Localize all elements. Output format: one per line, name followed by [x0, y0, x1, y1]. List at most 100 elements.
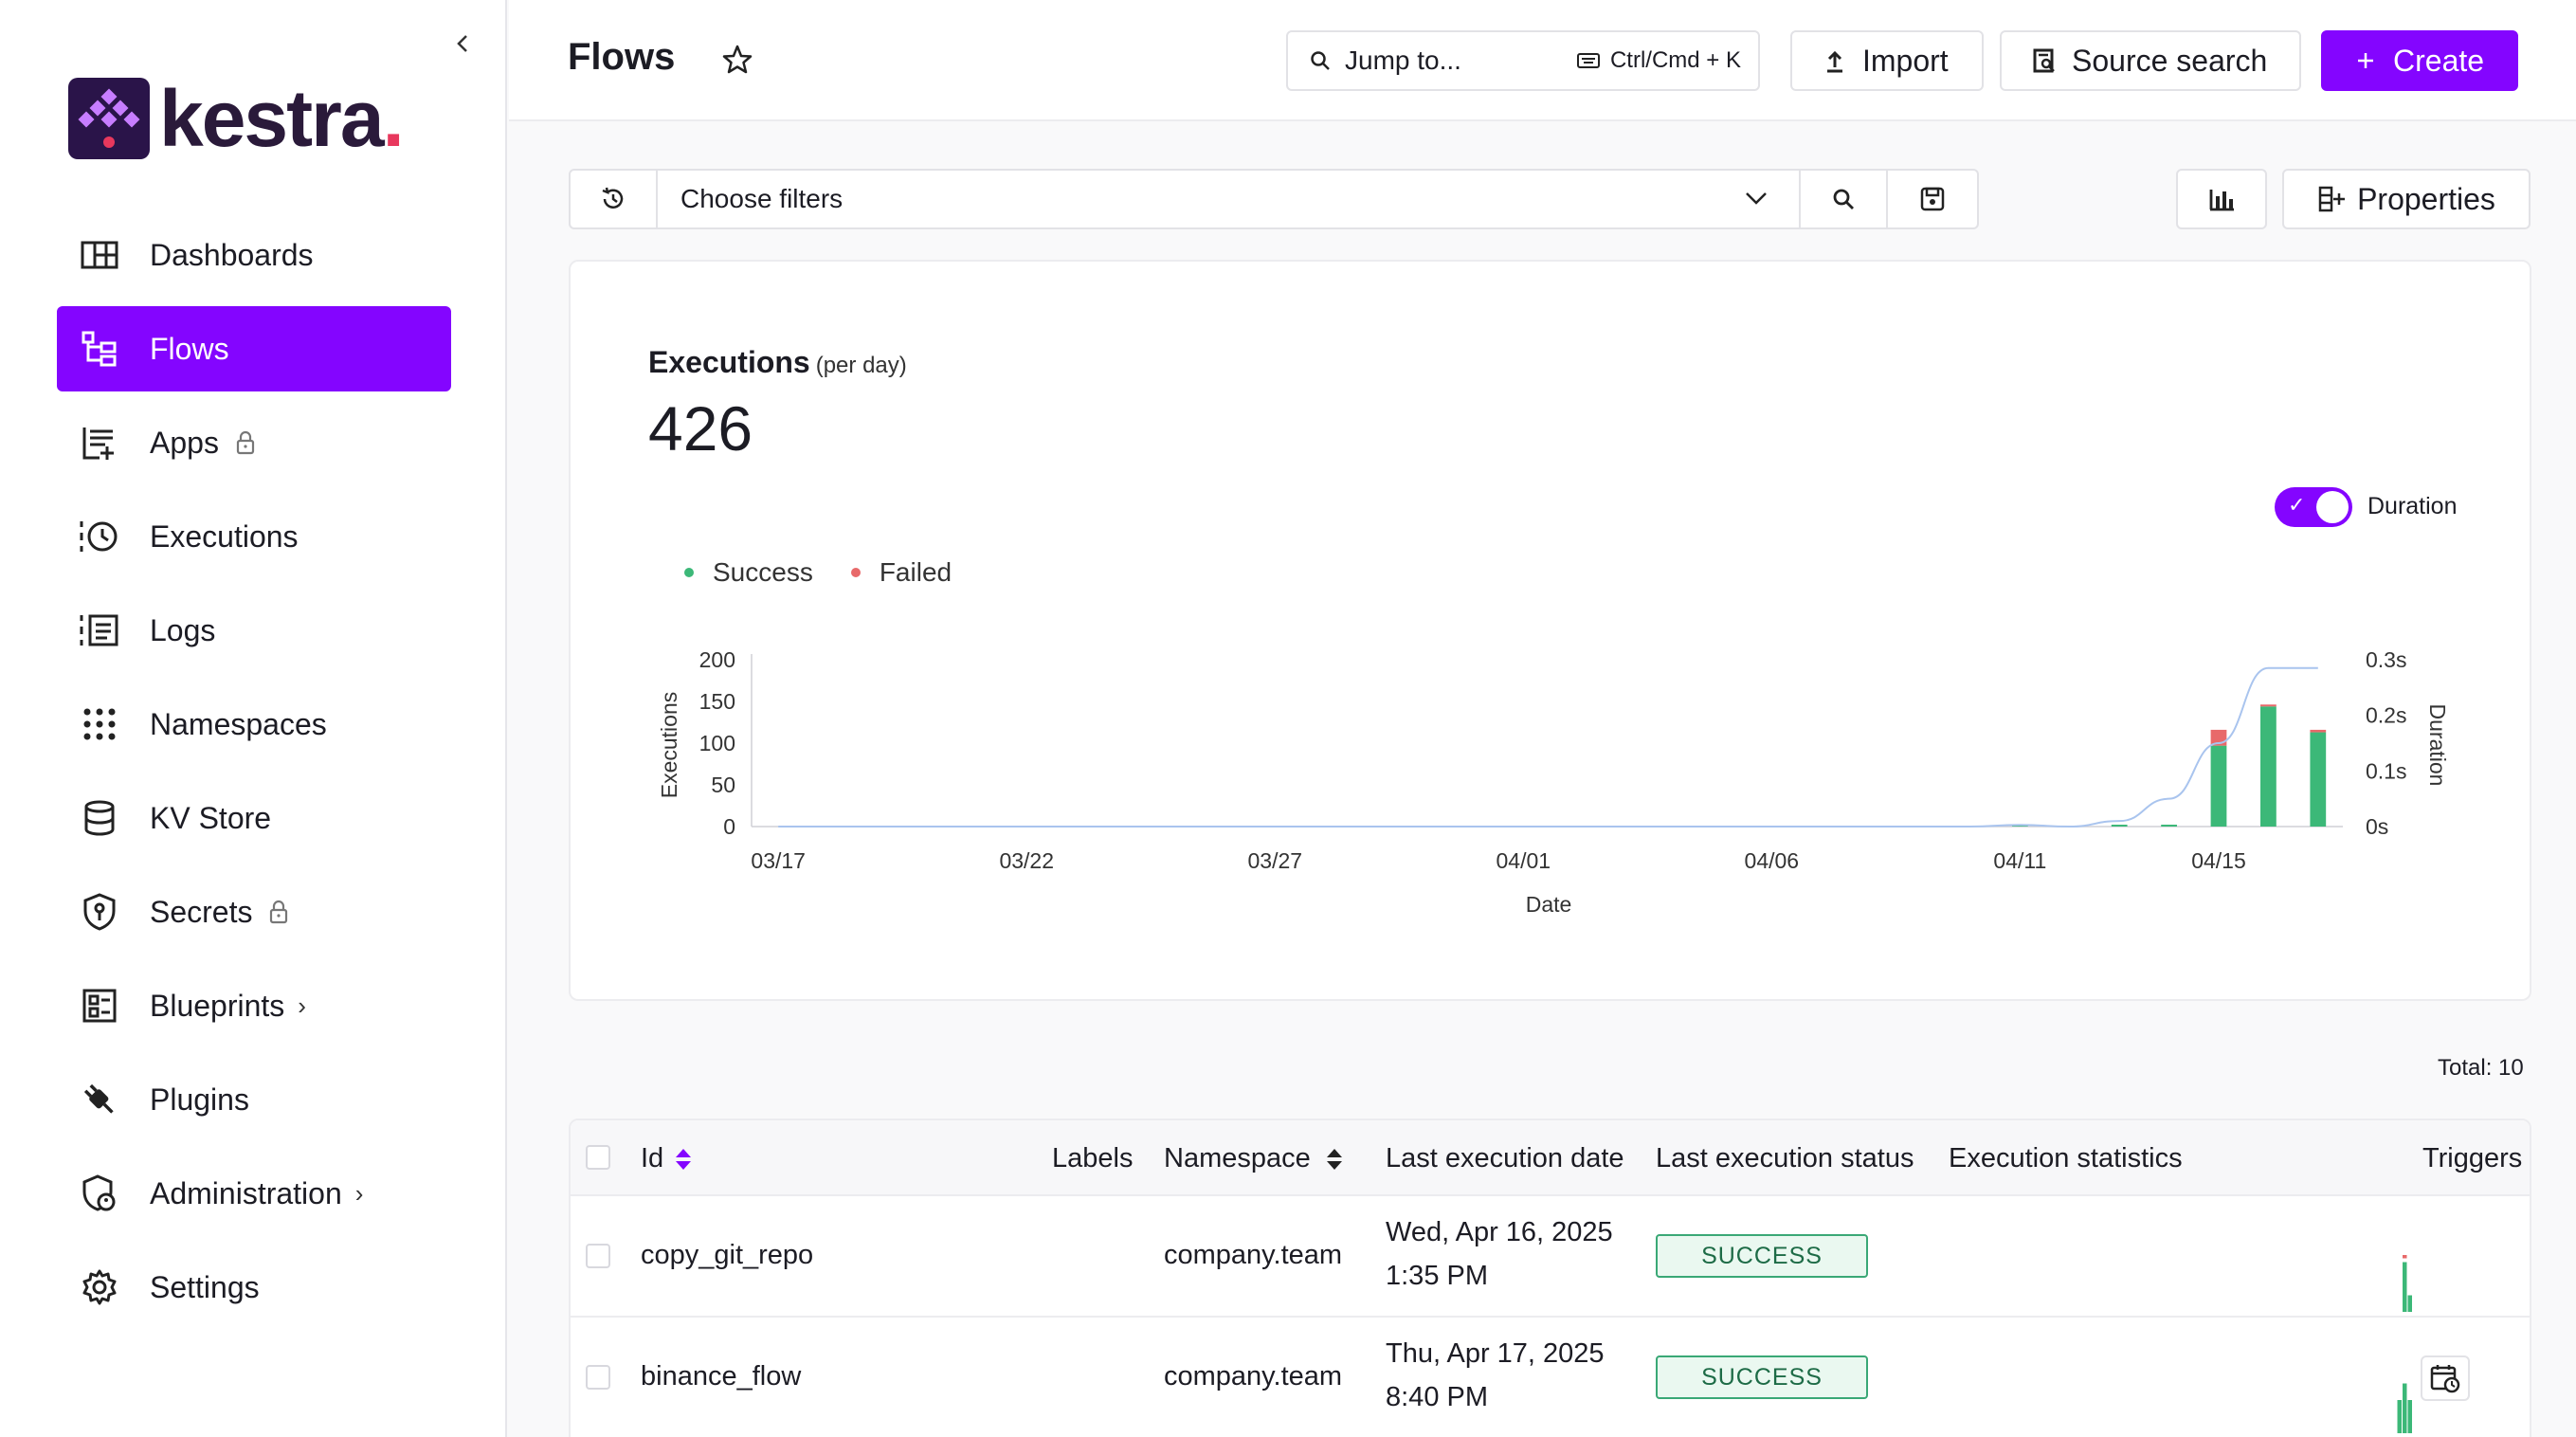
execution-stats-sparkline[interactable] — [2309, 1221, 2413, 1316]
sidebar-item-label: Flows — [150, 331, 229, 366]
search-icon — [1833, 189, 1854, 209]
last-execution-time: 8:40 PM — [1386, 1382, 1488, 1412]
spark-bar-success — [2403, 1262, 2407, 1312]
column-header-labels: Labels — [1052, 1143, 1133, 1174]
row-checkbox[interactable] — [586, 1244, 610, 1268]
sidebar-item-apps[interactable]: Apps — [57, 400, 451, 485]
column-label: Last execution date — [1386, 1143, 1624, 1173]
filter-search-button[interactable] — [1799, 171, 1886, 227]
x-tick-label: 04/11 — [1993, 848, 2046, 873]
column-header-triggers: Triggers — [2422, 1143, 2522, 1174]
upload-icon — [1821, 46, 1849, 75]
sidebar-item-namespaces[interactable]: Namespaces — [57, 682, 451, 767]
bar-success — [2210, 745, 2227, 827]
executions-chart-card: Executions (per day) 426 ✓ Duration Succe… — [569, 260, 2531, 1001]
sidebar-item-blueprints[interactable]: Blueprints › — [57, 963, 451, 1048]
sidebar-item-logs[interactable]: Logs — [57, 588, 451, 673]
save-filter-button[interactable] — [1886, 171, 1977, 227]
sidebar-item-executions[interactable]: Executions — [57, 494, 451, 579]
flow-id-link[interactable]: copy_git_repo — [641, 1240, 813, 1271]
row-checkbox[interactable] — [586, 1365, 610, 1390]
bar-success — [2161, 825, 2177, 827]
last-execution-time: 1:35 PM — [1386, 1261, 1488, 1291]
column-label: Last execution status — [1656, 1143, 1914, 1173]
filter-history-button[interactable] — [571, 171, 658, 227]
flows-icon — [78, 327, 121, 371]
import-label: Import — [1862, 43, 1949, 78]
choose-filters-dropdown[interactable]: Choose filters — [658, 171, 1799, 227]
sidebar-item-dashboards[interactable]: Dashboards — [57, 212, 451, 298]
sidebar-item-plugins[interactable]: Plugins — [57, 1057, 451, 1142]
search-icon — [1311, 51, 1330, 70]
bar-success — [2310, 732, 2327, 827]
sidebar-item-label: KV Store — [150, 800, 272, 835]
file-search-icon — [2030, 46, 2059, 75]
plus-icon — [2351, 46, 2380, 75]
blueprints-icon — [78, 984, 121, 1028]
table-row[interactable]: copy_git_repo company.team Wed, Apr 16, … — [571, 1198, 2530, 1318]
sidebar-item-administration[interactable]: Administration › — [57, 1151, 451, 1236]
apps-icon — [78, 421, 121, 464]
trigger-schedule-button[interactable] — [2421, 1355, 2470, 1401]
chevron-right-icon: › — [354, 1178, 364, 1208]
properties-button[interactable]: Properties — [2282, 169, 2531, 229]
status-badge[interactable]: SUCCESS — [1656, 1355, 1868, 1399]
sidebar-item-secrets[interactable]: Secrets — [57, 869, 451, 955]
spark-bar-success — [2403, 1383, 2407, 1433]
create-button[interactable]: Create — [2321, 30, 2518, 91]
column-label: Id — [641, 1143, 664, 1173]
total-count: Total: 10 — [2438, 1055, 2524, 1081]
spark-bar-success — [2407, 1295, 2412, 1312]
table-header: Id Labels Namespace Last execution date … — [571, 1120, 2530, 1196]
choose-filters-label: Choose filters — [680, 184, 844, 213]
sort-icon — [676, 1148, 692, 1170]
toggle-chart-button[interactable] — [2176, 169, 2267, 229]
flow-id-link[interactable]: binance_flow — [641, 1361, 801, 1392]
namespaces-icon — [78, 702, 121, 746]
duration-line — [778, 666, 2318, 828]
main-nav: Dashboards Flows Apps Executions Logs Na… — [57, 212, 451, 1338]
jump-to-label: Jump to... — [1345, 45, 1461, 75]
spark-bar-success — [2407, 1400, 2412, 1433]
sort-icon — [1326, 1148, 1342, 1170]
sidebar-item-settings[interactable]: Settings — [57, 1245, 451, 1330]
chevron-down-icon — [1746, 192, 1767, 205]
admin-icon — [78, 1172, 121, 1215]
shield-key-icon — [78, 890, 121, 934]
select-all-checkbox[interactable] — [586, 1145, 610, 1170]
column-header-id[interactable]: Id — [641, 1143, 694, 1174]
table-row[interactable]: binance_flow company.team Thu, Apr 17, 2… — [571, 1319, 2530, 1437]
jump-to-search[interactable]: Jump to... Ctrl/Cmd + K — [1286, 30, 1760, 91]
source-search-button[interactable]: Source search — [2000, 30, 2301, 91]
y2-axis-title: Duration — [2425, 704, 2450, 787]
execution-stats-sparkline[interactable] — [2309, 1342, 2413, 1437]
sidebar-item-kv-store[interactable]: KV Store — [57, 775, 451, 861]
sidebar-item-label: Dashboards — [150, 237, 314, 272]
flow-namespace[interactable]: company.team — [1164, 1361, 1342, 1392]
filter-bar: Choose filters — [569, 169, 1979, 229]
bar-failed — [2310, 729, 2327, 733]
kestra-logo[interactable]: kestra. — [68, 78, 405, 159]
sidebar-item-flows[interactable]: Flows — [57, 306, 451, 391]
calendar-clock-icon — [2430, 1365, 2460, 1393]
sidebar-item-label: Secrets — [150, 894, 253, 929]
y-tick-label: 0 — [723, 814, 735, 839]
y-tick-label: 150 — [699, 689, 735, 714]
star-icon[interactable] — [719, 42, 755, 78]
flow-namespace[interactable]: company.team — [1164, 1240, 1342, 1271]
column-header-namespace[interactable]: Namespace — [1164, 1143, 1345, 1174]
shortcut-text: Ctrl/Cmd + K — [1609, 47, 1741, 73]
create-label: Create — [2393, 43, 2485, 78]
column-label: Execution statistics — [1949, 1143, 2183, 1173]
lock-icon — [236, 430, 255, 455]
executions-icon — [78, 515, 121, 558]
database-icon — [78, 796, 121, 840]
y-tick-label: 50 — [711, 773, 735, 797]
y-axis-title: Executions — [657, 692, 681, 799]
last-execution-date: Thu, Apr 17, 2025 — [1386, 1338, 1605, 1369]
status-badge[interactable]: SUCCESS — [1656, 1234, 1868, 1278]
history-icon — [602, 187, 624, 209]
column-header-last-execution-date: Last execution date — [1386, 1143, 1624, 1174]
import-button[interactable]: Import — [1790, 30, 1984, 91]
collapse-sidebar-button[interactable] — [447, 28, 478, 59]
